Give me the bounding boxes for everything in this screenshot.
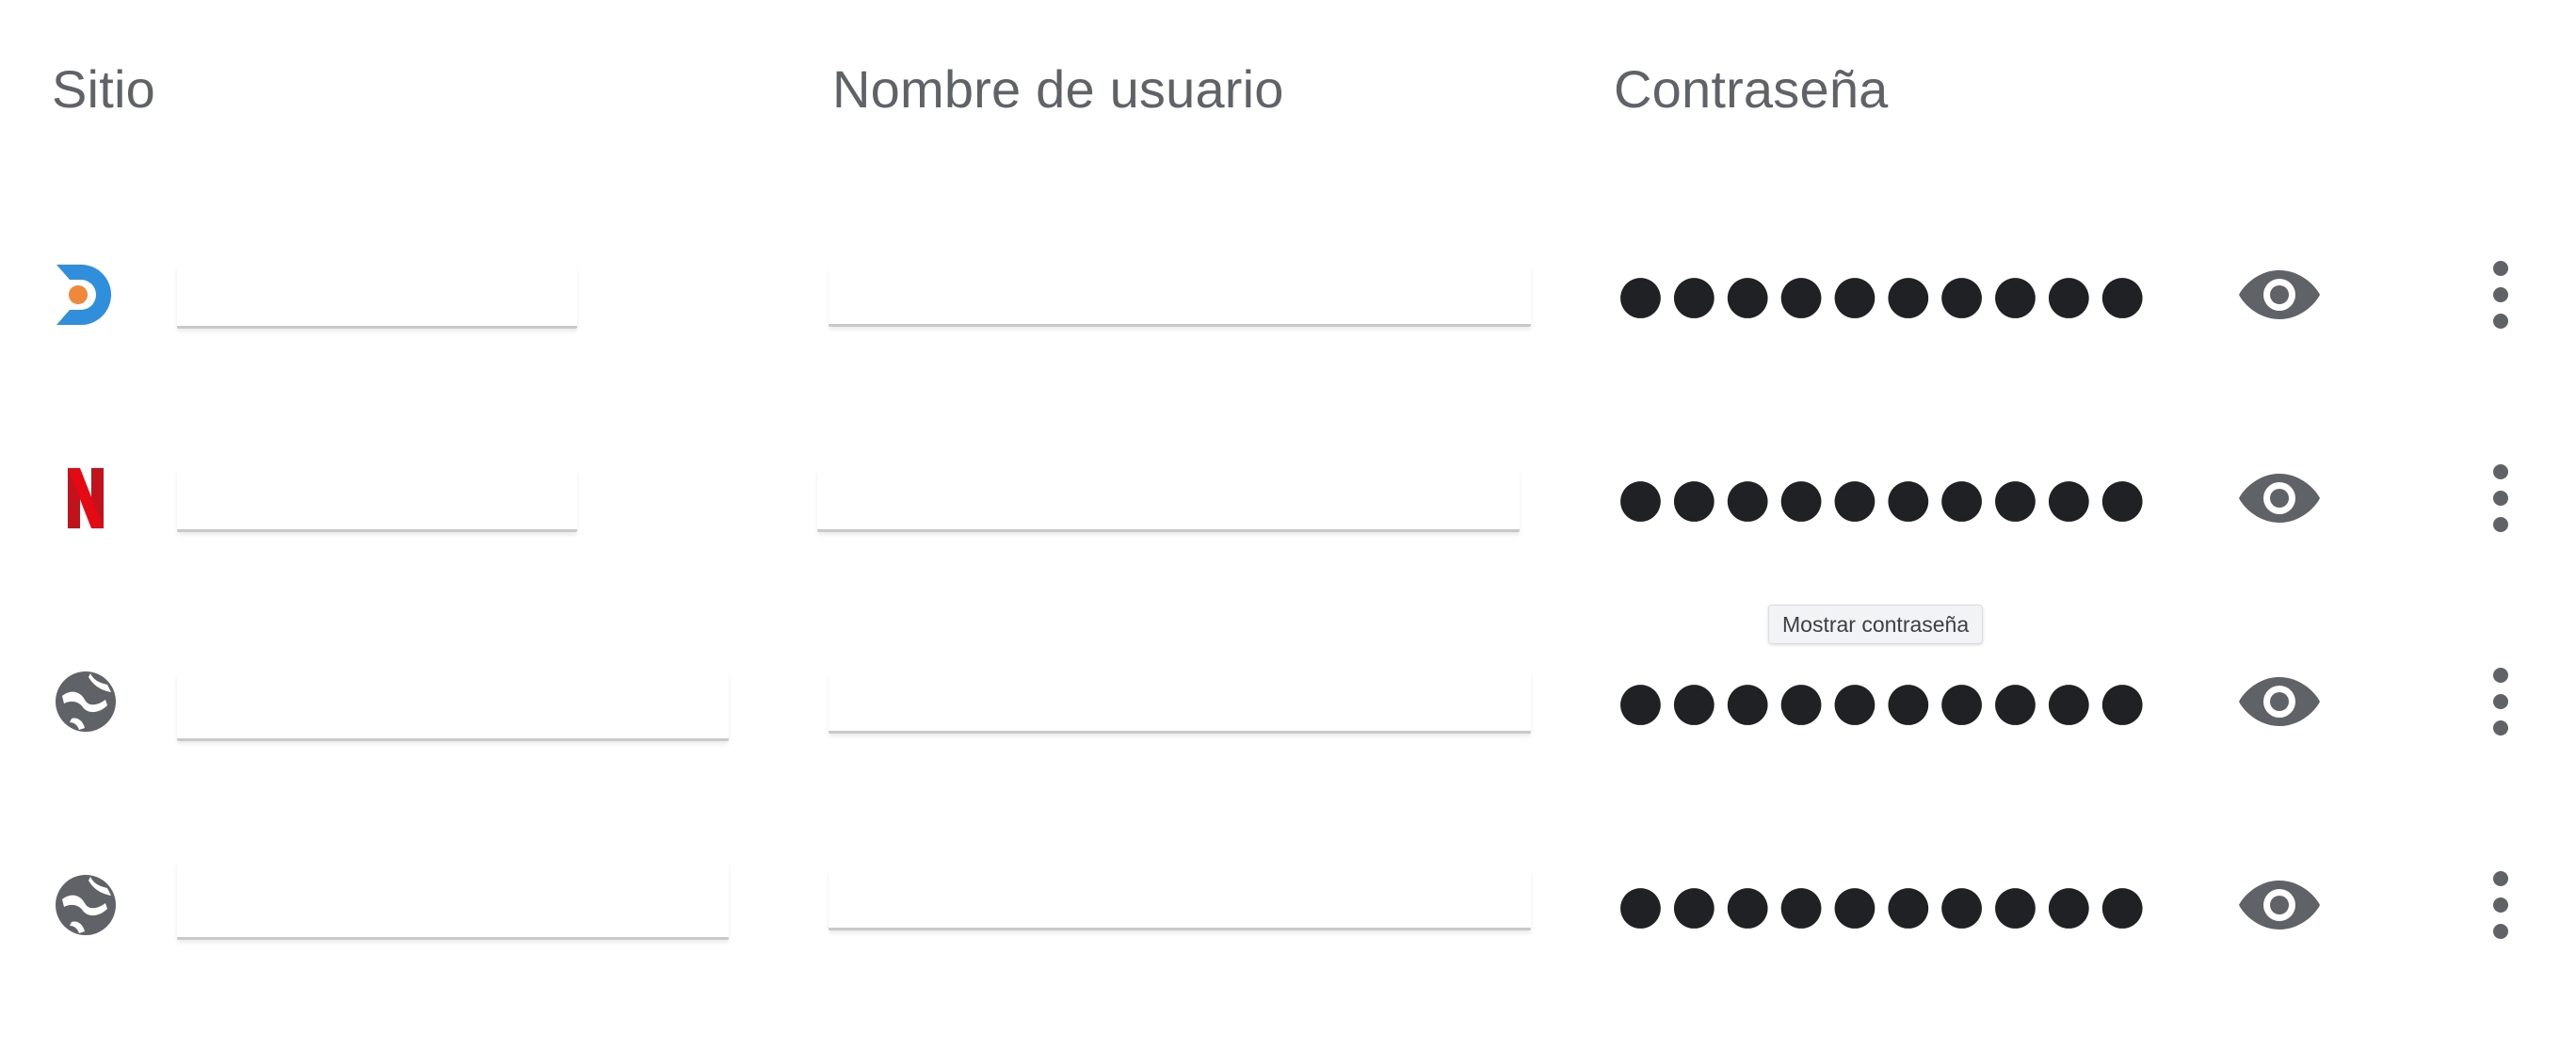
username-field[interactable] (829, 266, 1531, 327)
more-actions-button[interactable] (2482, 459, 2520, 538)
blue-orange-d-logo-icon (53, 261, 119, 329)
more-actions-button[interactable] (2482, 662, 2520, 741)
password-row: ●●●●●●●●●● (0, 839, 2576, 971)
password-mask: ●●●●●●●●●● (1618, 874, 2153, 935)
eye-icon (2239, 474, 2320, 523)
show-password-tooltip: Mostrar contraseña (1768, 605, 1984, 644)
eye-icon (2239, 677, 2320, 726)
show-password-button[interactable] (2237, 464, 2322, 532)
netflix-n-logo-icon (53, 464, 119, 532)
site-field (177, 469, 577, 532)
column-header-password: Contraseña (1614, 59, 1889, 119)
globe-icon (53, 668, 119, 736)
column-header-username: Nombre de usuario (832, 59, 1284, 119)
username-field[interactable] (817, 469, 1520, 532)
show-password-button[interactable] (2237, 261, 2322, 329)
more-actions-button[interactable] (2482, 255, 2520, 334)
password-mask: ●●●●●●●●●● (1618, 264, 2153, 325)
eye-icon (2239, 881, 2320, 930)
username-field[interactable] (829, 672, 1531, 734)
globe-icon (53, 871, 119, 939)
site-field (177, 266, 577, 329)
password-mask: ●●●●●●●●●● (1618, 467, 2153, 528)
eye-icon (2239, 270, 2320, 319)
show-password-button[interactable] (2237, 871, 2322, 939)
more-actions-button[interactable] (2482, 865, 2520, 945)
show-password-button[interactable] (2237, 668, 2322, 736)
username-field[interactable] (829, 871, 1531, 930)
password-row: ●●●●●●●●●● (0, 432, 2576, 564)
site-field (177, 862, 729, 940)
more-vertical-icon (2493, 871, 2508, 939)
more-vertical-icon (2493, 668, 2508, 736)
column-header-site: Sitio (52, 59, 155, 119)
more-vertical-icon (2493, 261, 2508, 329)
site-field (177, 672, 729, 741)
more-vertical-icon (2493, 464, 2508, 532)
password-row: ●●●●●●●●●● (0, 636, 2576, 768)
password-mask: ●●●●●●●●●● (1618, 671, 2153, 732)
password-row: ●●●●●●●●●● (0, 229, 2576, 361)
